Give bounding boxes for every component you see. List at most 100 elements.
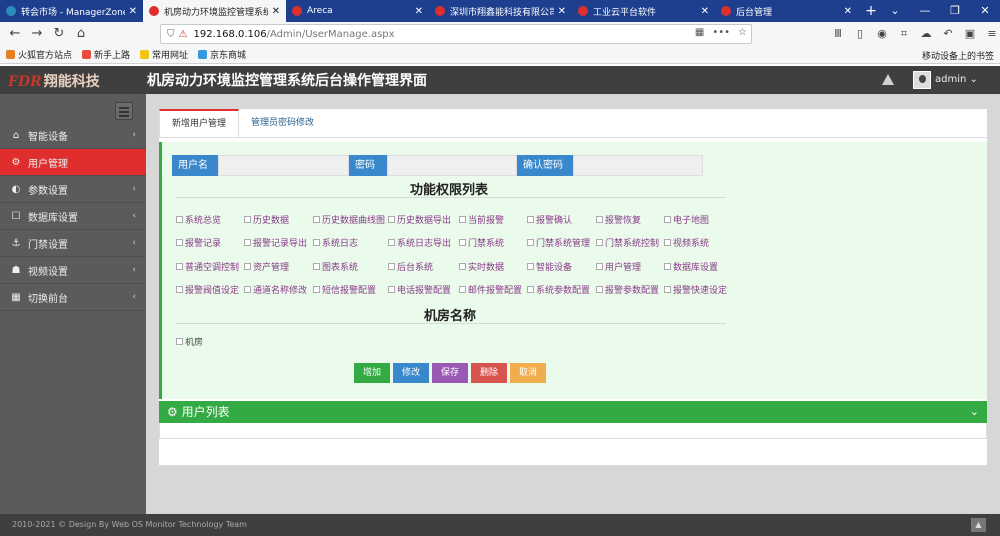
close-window-icon[interactable]: ✕ [970, 0, 1000, 22]
sidebar-item[interactable]: ⌂ 智能设备 ‹ [0, 122, 146, 149]
sidebar-item[interactable]: ⚓ 门禁设置 ‹ [0, 230, 146, 257]
permission-checkbox[interactable]: 历史数据导出 [388, 213, 451, 226]
checkbox[interactable] [459, 286, 466, 293]
sidebar-item[interactable]: ☗ 视频设置 ‹ [0, 257, 146, 284]
checkbox[interactable] [388, 263, 395, 270]
checkbox[interactable] [596, 216, 603, 223]
back-icon[interactable]: ← [4, 24, 26, 44]
checkbox[interactable] [459, 239, 466, 246]
room-checkbox[interactable]: 机房 [176, 335, 203, 348]
minimize-icon[interactable]: — [910, 0, 940, 22]
checkbox[interactable] [388, 239, 395, 246]
checkbox[interactable] [664, 263, 671, 270]
permission-checkbox[interactable]: 通道名称修改 [244, 283, 307, 296]
permission-checkbox[interactable]: 当前报警 [459, 213, 504, 226]
checkbox[interactable] [313, 239, 320, 246]
username-input[interactable] [218, 155, 349, 176]
checkbox[interactable] [527, 216, 534, 223]
warning-icon[interactable] [882, 74, 894, 85]
permission-checkbox[interactable]: 视频系统 [664, 236, 709, 249]
browser-tab[interactable]: Areca ✕ [286, 0, 429, 22]
chevron-down-icon[interactable]: ⌄ [970, 401, 979, 423]
user-list-header[interactable]: ⚙ 用户列表 ⌄ [159, 401, 987, 423]
restore-icon[interactable]: ❐ [940, 0, 970, 22]
checkbox[interactable] [596, 263, 603, 270]
password-input[interactable] [387, 155, 517, 176]
avatar[interactable] [913, 71, 931, 89]
checkbox[interactable] [244, 263, 251, 270]
permission-checkbox[interactable]: 门禁系统管理 [527, 236, 590, 249]
tab-admin-password[interactable]: 管理员密码修改 [239, 109, 326, 137]
permission-checkbox[interactable]: 图表系统 [313, 260, 358, 273]
close-icon[interactable]: ✕ [272, 6, 280, 17]
checkbox[interactable] [527, 239, 534, 246]
confirm-password-input[interactable] [573, 155, 703, 176]
delete-button[interactable]: 删除 [471, 363, 507, 383]
checkbox[interactable] [176, 263, 183, 270]
permission-checkbox[interactable]: 报警快速设定 [664, 283, 727, 296]
permission-checkbox[interactable]: 短信报警配置 [313, 283, 376, 296]
more-icon[interactable]: ••• [712, 27, 730, 38]
checkbox[interactable] [596, 239, 603, 246]
checkbox[interactable] [388, 286, 395, 293]
checkbox[interactable] [176, 239, 183, 246]
checkbox[interactable] [664, 239, 671, 246]
add-button[interactable]: 增加 [354, 363, 390, 383]
extension-icon[interactable]: ▣ [962, 24, 978, 44]
permission-checkbox[interactable]: 电子地图 [664, 213, 709, 226]
browser-tab[interactable]: 转会市场 - ManagerZone ✕ [0, 0, 143, 22]
checkbox[interactable] [313, 216, 320, 223]
permission-checkbox[interactable]: 报警阀值设定 [176, 283, 239, 296]
bookmark-item[interactable]: 火狐官方站点 [6, 48, 72, 61]
permission-checkbox[interactable]: 数据库设置 [664, 260, 718, 273]
checkbox[interactable] [527, 286, 534, 293]
close-icon[interactable]: ✕ [129, 6, 137, 17]
tab-list-icon[interactable]: ⌄ [880, 0, 910, 22]
sidebar-item[interactable]: ☐ 数据库设置 ‹ [0, 203, 146, 230]
permission-checkbox[interactable]: 邮件报警配置 [459, 283, 522, 296]
star-icon[interactable]: ☆ [738, 27, 747, 38]
permission-checkbox[interactable]: 报警参数配置 [596, 283, 659, 296]
sidebar-icon[interactable]: ▯ [852, 24, 868, 44]
permission-checkbox[interactable]: 系统总览 [176, 213, 221, 226]
permission-checkbox[interactable]: 普通空调控制 [176, 260, 239, 273]
scroll-top-icon[interactable]: ▲ [971, 518, 986, 532]
browser-tab[interactable]: 工业云平台软件 ✕ [572, 0, 715, 22]
permission-checkbox[interactable]: 智能设备 [527, 260, 572, 273]
sidebar-item[interactable]: ◐ 参数设置 ‹ [0, 176, 146, 203]
checkbox[interactable] [459, 216, 466, 223]
checkbox[interactable] [313, 286, 320, 293]
close-icon[interactable]: ✕ [701, 6, 709, 17]
permission-checkbox[interactable]: 用户管理 [596, 260, 641, 273]
library-icon[interactable]: Ⅲ [830, 24, 846, 44]
browser-tab[interactable]: 机房动力环境监控管理系统 ✕ [143, 0, 286, 22]
checkbox[interactable] [244, 239, 251, 246]
permission-checkbox[interactable]: 后台系统 [388, 260, 433, 273]
permission-checkbox[interactable]: 报警记录导出 [244, 236, 307, 249]
sidebar-item[interactable]: ▦ 切换前台 ‹ [0, 284, 146, 311]
qr-icon[interactable]: ▦ [695, 27, 704, 38]
checkbox[interactable] [176, 338, 183, 345]
address-bar[interactable]: ⛉ ⚠ 192.168.0.106/Admin/UserManage.aspx … [160, 24, 752, 44]
permission-checkbox[interactable]: 系统日志导出 [388, 236, 451, 249]
edit-button[interactable]: 修改 [393, 363, 429, 383]
checkbox[interactable] [664, 286, 671, 293]
permission-checkbox[interactable]: 历史数据 [244, 213, 289, 226]
close-icon[interactable]: ✕ [844, 6, 852, 17]
bookmark-item[interactable]: 京东商城 [198, 48, 246, 61]
permission-checkbox[interactable]: 门禁系统控制 [596, 236, 659, 249]
permission-checkbox[interactable]: 电话报警配置 [388, 283, 451, 296]
permission-checkbox[interactable]: 报警恢复 [596, 213, 641, 226]
save-button[interactable]: 保存 [432, 363, 468, 383]
checkbox[interactable] [596, 286, 603, 293]
checkbox[interactable] [244, 216, 251, 223]
undo-icon[interactable]: ↶ [940, 24, 956, 44]
browser-tab[interactable]: 后台管理 ✕ [715, 0, 858, 22]
permission-checkbox[interactable]: 资产管理 [244, 260, 289, 273]
bookmark-item[interactable]: 常用网址 [140, 48, 188, 61]
permission-checkbox[interactable]: 系统日志 [313, 236, 358, 249]
permission-checkbox[interactable]: 历史数据曲线图 [313, 213, 385, 226]
permission-checkbox[interactable]: 实时数据 [459, 260, 504, 273]
browser-tab[interactable]: 深圳市翔鑫能科技有限公司 ✕ [429, 0, 572, 22]
checkbox[interactable] [388, 216, 395, 223]
